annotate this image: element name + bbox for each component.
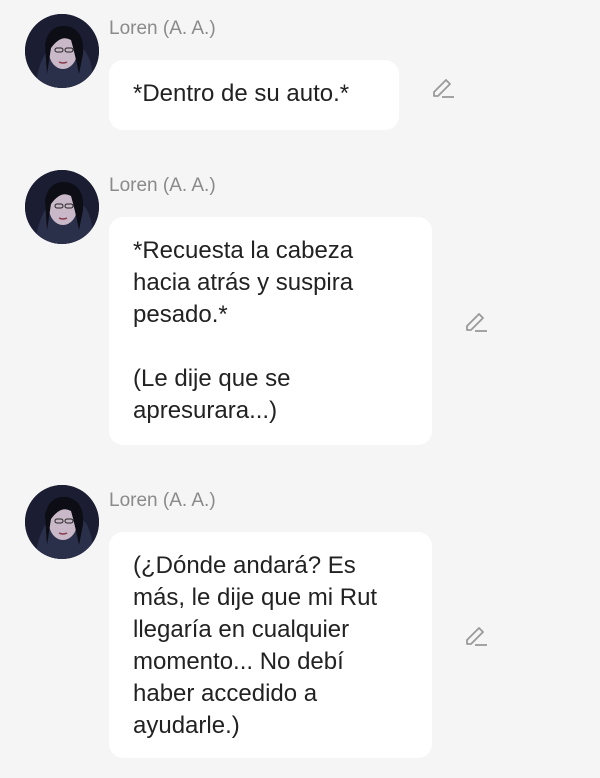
pencil-icon[interactable] xyxy=(430,76,456,102)
message-text: (Le dije que se xyxy=(133,365,291,392)
message-text: (¿Dónde andará? Es xyxy=(133,552,356,579)
message-text: *Dentro de su auto.* xyxy=(133,80,350,107)
message-text: momento... No debí xyxy=(133,648,344,675)
pencil-icon[interactable] xyxy=(463,310,489,336)
message-text: *Recuesta la cabeza xyxy=(133,237,354,264)
message-text: apresurara...) xyxy=(133,397,278,424)
message-item: Loren (A. A.) *Dentro de su auto.* xyxy=(0,0,600,140)
message-text: haber accedido a xyxy=(133,680,318,707)
message-text: pesado.* xyxy=(133,301,228,328)
message-text: más, le dije que mi Rut xyxy=(133,584,378,611)
message-text: llegaría en cualquier xyxy=(133,616,350,643)
message-item: Loren (A. A.) *Recuesta la cabeza hacia … xyxy=(0,160,600,460)
message-item: Loren (A. A.) (¿Dónde andará? Es más, le… xyxy=(0,475,600,775)
message-text: hacia atrás y suspira xyxy=(133,269,354,296)
message-bubble[interactable]: *Dentro de su auto.* xyxy=(109,60,399,130)
message-bubble[interactable]: (¿Dónde andará? Es más, le dije que mi R… xyxy=(109,532,432,758)
avatar[interactable] xyxy=(25,170,99,244)
sender-name: Loren (A. A.) xyxy=(109,175,216,196)
pencil-icon[interactable] xyxy=(463,624,489,650)
message-bubble[interactable]: *Recuesta la cabeza hacia atrás y suspir… xyxy=(109,217,432,445)
sender-name: Loren (A. A.) xyxy=(109,490,216,511)
avatar[interactable] xyxy=(25,485,99,559)
message-text: ayudarle.) xyxy=(133,712,240,739)
sender-name: Loren (A. A.) xyxy=(109,18,216,39)
avatar[interactable] xyxy=(25,14,99,88)
